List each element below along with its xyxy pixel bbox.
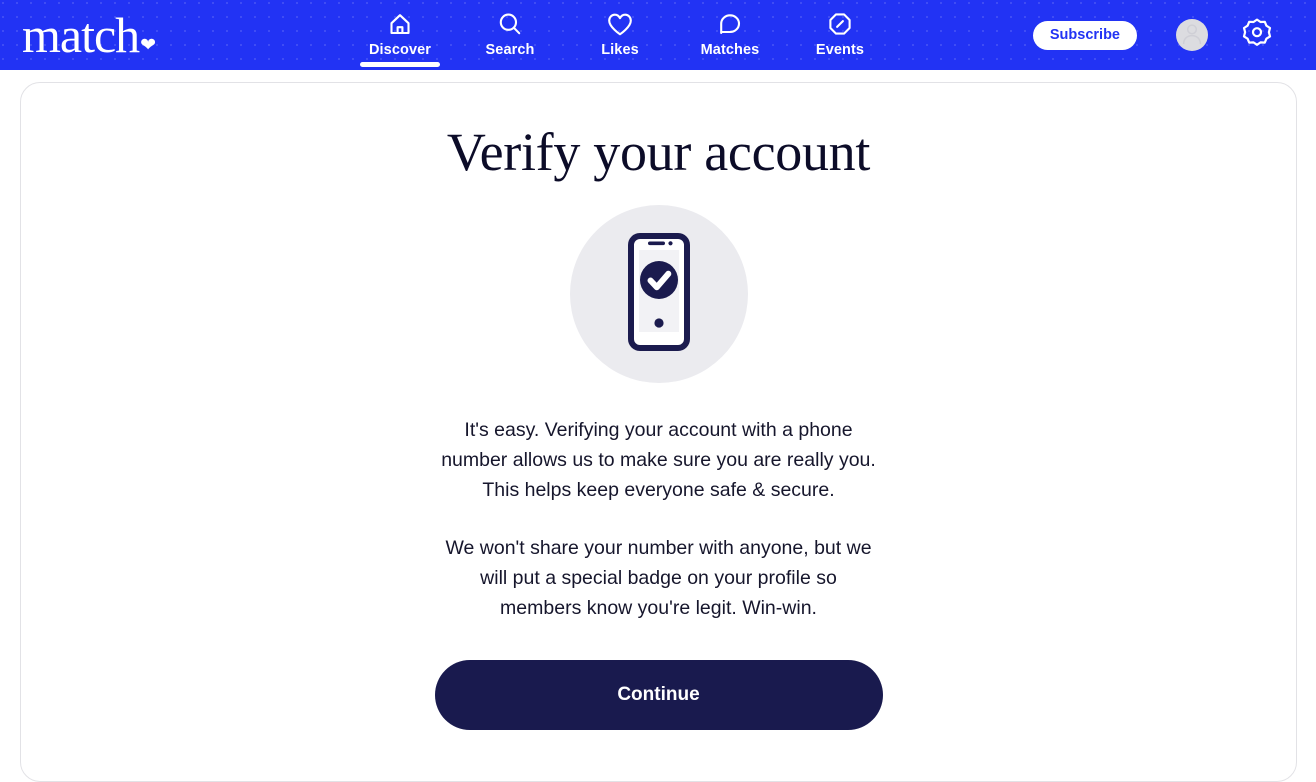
illustration-circle	[569, 205, 748, 383]
phone-verified-icon	[619, 232, 699, 356]
nav-item-label: Likes	[601, 42, 639, 58]
brand-logo[interactable]: match ❤	[22, 4, 202, 66]
avatar[interactable]	[1176, 19, 1208, 51]
main-nav: Discover Search Likes Matches Events	[345, 0, 895, 70]
home-icon	[387, 11, 413, 37]
settings-button[interactable]	[1242, 18, 1272, 53]
nav-item-search[interactable]: Search	[455, 0, 565, 70]
subscribe-button[interactable]: Subscribe	[1032, 20, 1137, 50]
nav-item-label: Discover	[368, 42, 432, 58]
nav-item-matches[interactable]: Matches	[675, 0, 785, 70]
continue-button[interactable]: Continue	[434, 660, 883, 730]
gear-icon	[1242, 18, 1272, 53]
verification-content: Verify your account It's easy. Verifying…	[21, 83, 1296, 730]
active-tab-indicator	[360, 62, 440, 67]
nav-item-events[interactable]: Events	[785, 0, 895, 70]
nav-item-label: Matches	[700, 42, 760, 58]
heart-icon: ❤	[140, 34, 157, 56]
nav-item-label: Events	[815, 42, 865, 58]
nav-item-likes[interactable]: Likes	[565, 0, 675, 70]
description-paragraph-2: We won't share your number with anyone, …	[445, 537, 872, 619]
brand-logo-text: match	[22, 7, 140, 63]
nav-item-discover[interactable]: Discover	[345, 0, 455, 70]
nav-item-label: Search	[485, 42, 535, 58]
heart-outline-icon	[606, 11, 634, 37]
ticket-icon	[827, 11, 853, 37]
page-title: Verify your account	[446, 122, 871, 182]
verification-description: It's easy. Verifying your account with a…	[439, 415, 879, 623]
search-icon	[497, 11, 523, 37]
description-paragraph-1: It's easy. Verifying your account with a…	[441, 419, 876, 501]
header-actions: Subscribe	[1032, 0, 1316, 70]
chat-bubble-icon	[717, 11, 743, 37]
user-avatar-icon	[1176, 19, 1208, 51]
top-navigation-bar: match ❤ Discover Search Likes Matches Ev…	[0, 0, 1316, 70]
verification-card: Verify your account It's easy. Verifying…	[20, 82, 1297, 782]
